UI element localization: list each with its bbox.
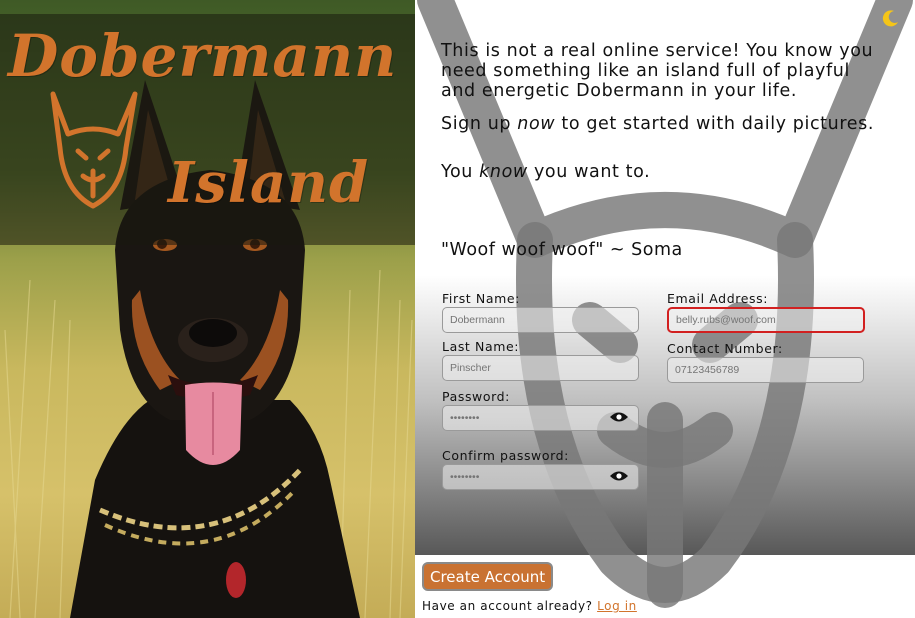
eye-icon[interactable] xyxy=(609,410,629,424)
first-name-label: First Name: xyxy=(442,291,520,306)
tagline-text: You know you want to. xyxy=(441,162,651,182)
eye-icon[interactable] xyxy=(609,469,629,483)
last-name-label: Last Name: xyxy=(442,339,520,354)
login-prompt: Have an account already? Log in xyxy=(422,599,637,613)
logo-title-word-1: Dobermann xyxy=(8,22,398,90)
email-input[interactable] xyxy=(667,307,865,333)
intro-paragraph: This is not a real online service! You k… xyxy=(441,41,874,101)
dobermann-head-logo-icon xyxy=(50,91,138,209)
quote-text: "Woof woof woof" ~ Soma xyxy=(441,240,683,260)
moon-icon[interactable] xyxy=(881,8,901,28)
hero-section: Dobermann Island xyxy=(0,0,415,618)
email-label: Email Address: xyxy=(667,291,769,306)
contact-number-input[interactable] xyxy=(667,357,864,383)
logo-title-word-2: Island xyxy=(168,150,370,216)
confirm-password-label: Confirm password: xyxy=(442,448,569,463)
password-label: Password: xyxy=(442,389,510,404)
first-name-input[interactable] xyxy=(442,307,639,333)
signup-cta-text: Sign up now to get started with daily pi… xyxy=(441,114,874,134)
signup-panel: This is not a real online service! You k… xyxy=(415,0,915,618)
create-account-button[interactable]: Create Account xyxy=(422,562,554,591)
contact-number-label: Contact Number: xyxy=(667,341,783,356)
last-name-input[interactable] xyxy=(442,355,639,381)
login-link[interactable]: Log in xyxy=(597,599,637,613)
